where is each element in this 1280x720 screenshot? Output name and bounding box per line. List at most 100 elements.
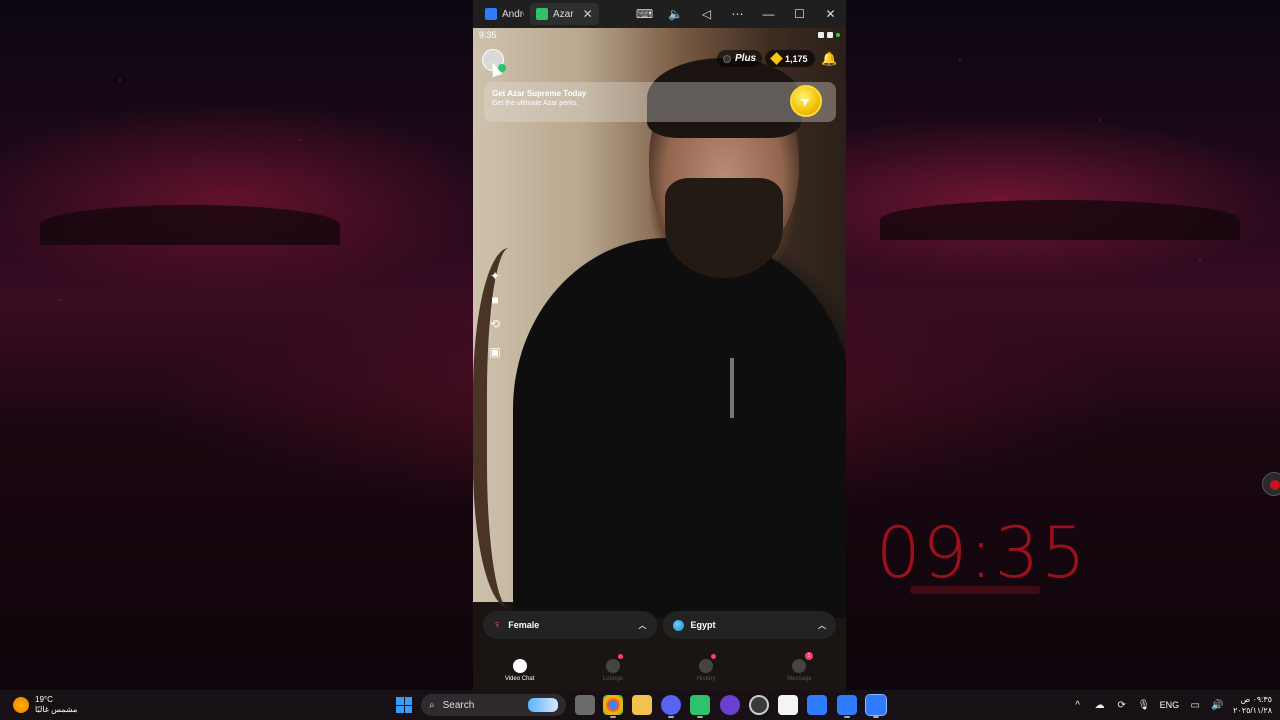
mountain-silhouette <box>40 205 340 245</box>
promo-banner[interactable]: Get Azar Supreme Today Get the ultimate … <box>484 82 836 122</box>
person-beard <box>665 178 783 278</box>
person-body <box>513 238 846 618</box>
camera-active-icon <box>836 33 840 37</box>
globe-icon <box>672 619 684 631</box>
plus-label: Plus <box>735 53 757 64</box>
plus-icon <box>723 54 731 63</box>
azar-icon <box>536 8 548 20</box>
status-time: 9:35 <box>479 30 497 40</box>
task-view-icon[interactable] <box>575 695 595 715</box>
battery-icon <box>827 32 833 38</box>
supreme-coin-icon <box>790 85 822 117</box>
discord-icon[interactable] <box>661 695 681 718</box>
keyboard-icon[interactable]: ⌨ <box>629 0 660 28</box>
nav-label: Video Chat <box>504 675 535 682</box>
notification-dot <box>617 654 623 659</box>
system-tray: ^ ☁ ⟳ 🎙 ENG ▭ 🔊 ٠٩:٣٥ ص ٢٠٢٥/١١/٢٨ <box>1072 690 1272 720</box>
nav-history[interactable]: History <box>660 650 753 690</box>
history-icon <box>699 658 714 673</box>
nav-video-chat[interactable]: Video Chat <box>473 650 566 690</box>
video-chat-icon <box>512 658 527 673</box>
sweater-zipper <box>730 358 734 418</box>
taskbar-clock[interactable]: ٠٩:٣٥ ص ٢٠٢٥/١١/٢٨ <box>1233 694 1272 716</box>
lounge-icon <box>605 658 620 673</box>
android-emulator-icon <box>485 8 497 20</box>
microphone-icon[interactable]: 🎙 <box>1137 699 1150 711</box>
tab-android[interactable]: Android <box>479 3 530 25</box>
window-titlebar: Android Azar ✕ ⌨ 🔈 ◁ ⋯ — ☐ ✕ <box>473 0 846 28</box>
weather-widget[interactable]: 19°C مشمس غالبًا <box>13 695 77 715</box>
taskbar: 19°C مشمس غالبًا ⌕ Search ^ ☁ ⟳ 🎙 ENG ▭ … <box>0 690 1280 720</box>
tab-azar[interactable]: Azar ✕ <box>530 3 599 25</box>
document-icon[interactable] <box>778 695 798 715</box>
android-status-bar: 9:35 <box>473 28 846 42</box>
more-icon[interactable]: ⋯ <box>722 0 753 28</box>
switch-camera-icon[interactable]: ⟲ <box>487 316 503 332</box>
desktop-clock-date <box>910 586 1040 594</box>
xtube-icon[interactable] <box>720 695 740 715</box>
match-filters: ♀ Female ︿ Egypt ︿ <box>483 611 836 639</box>
weather-temp: 19°C <box>35 695 53 704</box>
minimize-icon[interactable]: — <box>753 0 784 28</box>
message-icon <box>792 658 807 673</box>
gender-filter-label: Female <box>508 620 540 630</box>
nav-label: History <box>696 675 716 682</box>
search-placeholder: Search <box>442 699 475 711</box>
desktop-clock: 09:35 <box>876 512 1088 594</box>
emulator-app-icon-active[interactable] <box>865 694 887 718</box>
wifi-icon <box>818 32 824 38</box>
speaker-icon[interactable]: 🔊 <box>1211 699 1223 711</box>
emulator-app-icon-2[interactable] <box>837 695 857 718</box>
gender-filter[interactable]: ♀ Female ︿ <box>483 611 657 639</box>
gift-box-icon[interactable]: ▣ <box>487 344 503 360</box>
country-filter[interactable]: Egypt ︿ <box>662 611 836 639</box>
gem-icon <box>770 52 783 65</box>
file-explorer-icon[interactable] <box>632 695 652 715</box>
close-tab-icon[interactable]: ✕ <box>583 7 593 21</box>
search-icon: ⌕ <box>429 699 435 711</box>
azar-app-icon[interactable] <box>690 695 710 718</box>
notification-bell-icon[interactable]: 🔔 <box>821 51 837 66</box>
female-icon: ♀ <box>493 619 502 631</box>
taskbar-search[interactable]: ⌕ Search <box>421 694 566 716</box>
mountain-silhouette <box>880 200 1240 240</box>
chevron-up-icon[interactable]: ^ <box>1072 699 1084 711</box>
nav-lounge[interactable]: Lounge <box>566 650 659 690</box>
close-icon[interactable]: ✕ <box>815 0 846 28</box>
record-button-icon[interactable] <box>1262 472 1280 496</box>
promo-title: Get Azar Supreme Today <box>492 89 587 98</box>
notification-dot <box>710 654 716 659</box>
weather-description: مشمس غالبًا <box>35 705 78 714</box>
nav-label: Lounge <box>602 675 623 682</box>
nav-message[interactable]: 1 Message <box>753 650 846 690</box>
chrome-icon[interactable] <box>603 695 623 718</box>
nav-label: Message <box>787 675 812 682</box>
volume-icon[interactable]: 🔈 <box>660 0 691 28</box>
search-highlight-art <box>528 698 558 712</box>
taskbar-time: ٠٩:٣٥ ص <box>1240 695 1272 704</box>
emulator-window: Android Azar ✕ ⌨ 🔈 ◁ ⋯ — ☐ ✕ 9:35 <box>473 0 846 690</box>
sync-icon[interactable]: ⟳ <box>1116 699 1128 711</box>
gems-counter[interactable]: 1,175 <box>765 50 815 67</box>
chevron-up-icon: ︿ <box>638 620 647 630</box>
obs-icon[interactable] <box>749 695 769 715</box>
maximize-icon[interactable]: ☐ <box>784 0 815 28</box>
plus-badge[interactable]: Plus <box>717 50 763 67</box>
chevron-up-icon: ︿ <box>818 620 826 630</box>
magic-wand-icon[interactable]: ✦ <box>487 268 503 284</box>
emulator-app-icon[interactable] <box>807 695 827 715</box>
tab-label: Android <box>502 8 524 20</box>
bottom-navigation: Video Chat Lounge History 1 Message <box>473 650 846 690</box>
country-filter-label: Egypt <box>690 620 716 630</box>
start-button[interactable] <box>396 697 412 713</box>
tab-label: Azar <box>553 8 574 20</box>
cloud-icon[interactable]: ☁ <box>1094 699 1106 711</box>
phone-screen: 9:35 Plus 1,175 🔔 Get Azar Supreme Today… <box>473 28 846 690</box>
network-icon[interactable]: ▭ <box>1189 699 1201 711</box>
language-indicator[interactable]: ENG <box>1160 700 1180 710</box>
promo-subtitle: Get the ultimate Azar perks. <box>492 100 579 107</box>
sun-icon <box>13 697 29 713</box>
message-badge: 1 <box>804 652 813 660</box>
back-icon[interactable]: ◁ <box>691 0 722 28</box>
video-camera-icon[interactable]: ■ <box>487 292 503 308</box>
